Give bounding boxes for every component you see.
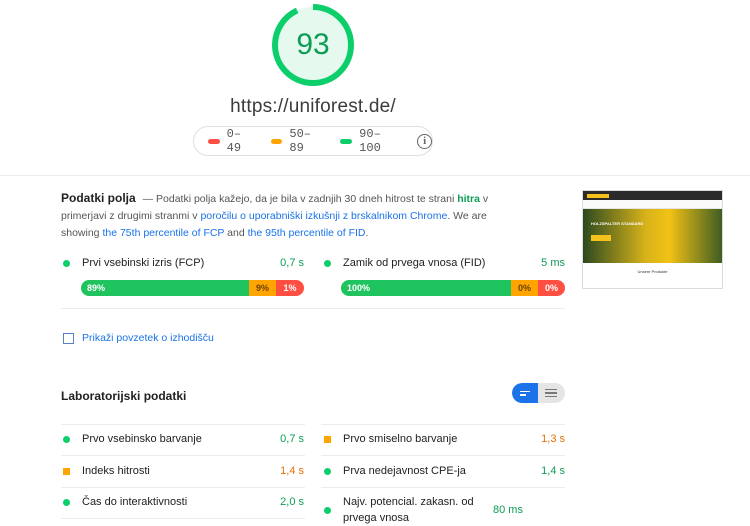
info-icon[interactable]: i [417,133,432,149]
report-header: 93 https://uniforest.de/ 0–49 50–89 90–1… [0,0,750,176]
status-average-icon [324,435,331,443]
field-intro-text-4: and [224,227,248,239]
lab-metric-value: 80 ms [493,504,523,516]
lab-metric-value: 0,7 s [280,433,304,445]
metrics-view-toggle[interactable] [512,383,565,403]
expanded-view-toggle[interactable] [538,383,564,403]
thumbnail-topbar [583,191,722,200]
fid-good-segment: 100% [341,280,511,296]
lab-metric-name: Najv. potencial. zakasn. od prvega vnosa [343,496,474,524]
lab-row-divider [61,487,305,488]
lab-metric-name: Prva nedejavnost CPE-ja [343,465,466,477]
list-line-icon [545,388,557,391]
compact-view-toggle[interactable] [512,383,538,403]
crux-report-link[interactable]: poročilu o uporabniški izkušnji z brskal… [200,210,447,222]
field-intro-text-1: — Podatki polja kažejo, da je bila v zad… [139,193,458,205]
page-screenshot-thumbnail: HOLZSPALTER STANDARD Unsere Produkte [582,190,723,289]
lab-metric-value: 1,3 s [541,433,565,445]
lab-metric-value: 1,4 s [280,465,304,477]
legend-swatch-average [270,138,283,144]
origin-summary-checkbox[interactable] [63,332,74,344]
fcp-percentile-link[interactable]: the 75th percentile of FCP [102,227,224,239]
field-data-divider [61,308,565,309]
lab-metric-fmp: Prvo smiselno barvanje 1,3 s [324,429,565,449]
status-good-icon [63,435,70,443]
fcp-distribution-bar: 89% 9% 1% [81,280,304,296]
field-intro-text-5: . [365,227,369,239]
status-good-icon [63,259,70,267]
field-data-title: Podatki polja [61,191,136,205]
status-good-icon [324,506,331,514]
lab-data-title: Laboratorijski podatki [61,389,187,403]
lab-row-divider [61,518,305,519]
lab-metric-tti: Čas do interaktivnosti 2,0 s [63,492,304,512]
fcp-good-segment: 89% [81,280,249,296]
legend-item-average: 50–89 [270,127,325,155]
list-line-icon [520,390,530,392]
legend-swatch-poor [208,138,220,144]
list-line-icon [545,392,557,394]
lab-metric-value: 2,0 s [280,496,304,508]
lab-metric-value: 1,4 s [541,465,565,477]
fcp-average-segment: 9% [249,280,276,296]
fid-percentile-link[interactable]: the 95th percentile of FID [248,227,366,239]
speed-category: hitra [457,193,480,205]
field-metric-name: Zamik od prvega vnosa (FID) [343,257,486,269]
legend-label-average: 50–89 [289,127,312,155]
thumbnail-subheading: Unsere Produkte [637,269,668,274]
lab-metric-name: Čas do interaktivnosti [82,496,188,508]
lab-row-divider [321,424,565,425]
lab-metric-speed-index: Indeks hitrosti 1,4 s [63,461,304,481]
status-good-icon [324,467,331,475]
lab-metric-name: Indeks hitrosti [82,465,150,477]
tested-url: https://uniforest.de/ [230,96,396,117]
lab-row-divider [61,424,305,425]
lab-metric-fcp: Prvo vsebinsko barvanje 0,7 s [63,429,304,449]
fid-poor-segment: 0% [538,280,565,296]
thumbnail-hero-button [591,235,611,241]
origin-summary-label[interactable]: Prikaži povzetek o izhodišču [82,332,214,344]
lab-row-divider [321,487,565,488]
performance-score-gauge: 93 [271,3,355,87]
thumbnail-nav [583,200,722,209]
field-metric-value: 5 ms [541,257,565,269]
lab-row-divider [321,455,565,456]
legend-label-good: 90–100 [359,127,381,155]
lab-metric-name: Prvo smiselno barvanje [343,433,458,445]
legend-item-poor: 0–49 [208,127,255,155]
thumbnail-logo [587,193,609,198]
fid-average-segment: 0% [511,280,538,296]
legend-swatch-good [340,138,353,144]
field-metric-fcp: Prvi vsebinski izris (FCP) 0,7 s [63,253,304,273]
field-data-intro: Podatki polja — Podatki polja kažejo, da… [61,190,523,242]
field-metric-value: 0,7 s [280,257,304,269]
list-line-icon [545,395,557,398]
fcp-poor-segment: 1% [276,280,304,296]
origin-summary-toggle[interactable]: Prikaži povzetek o izhodišču [63,332,214,344]
legend-item-good: 90–100 [340,127,401,155]
lab-row-divider [61,455,305,456]
list-line-icon [520,394,526,396]
lab-metric-max-fid: Najv. potencial. zakasn. od prvega vnosa… [324,494,565,526]
legend-label-poor: 0–49 [226,127,242,155]
score-legend: 0–49 50–89 90–100 i [193,126,433,156]
performance-score: 93 [296,28,330,61]
status-good-icon [324,259,331,267]
lab-metric-first-cpu-idle: Prva nedejavnost CPE-ja 1,4 s [324,461,565,481]
thumbnail-hero-text: HOLZSPALTER STANDARD [591,221,644,226]
status-average-icon [63,467,70,475]
lab-metric-name: Prvo vsebinsko barvanje [82,433,202,445]
fid-distribution-bar: 100% 0% 0% [341,280,565,296]
status-good-icon [63,498,70,506]
field-metric-name: Prvi vsebinski izris (FCP) [82,257,205,269]
thumbnail-hero: HOLZSPALTER STANDARD [583,209,722,263]
field-metric-fid: Zamik od prvega vnosa (FID) 5 ms [324,253,565,273]
